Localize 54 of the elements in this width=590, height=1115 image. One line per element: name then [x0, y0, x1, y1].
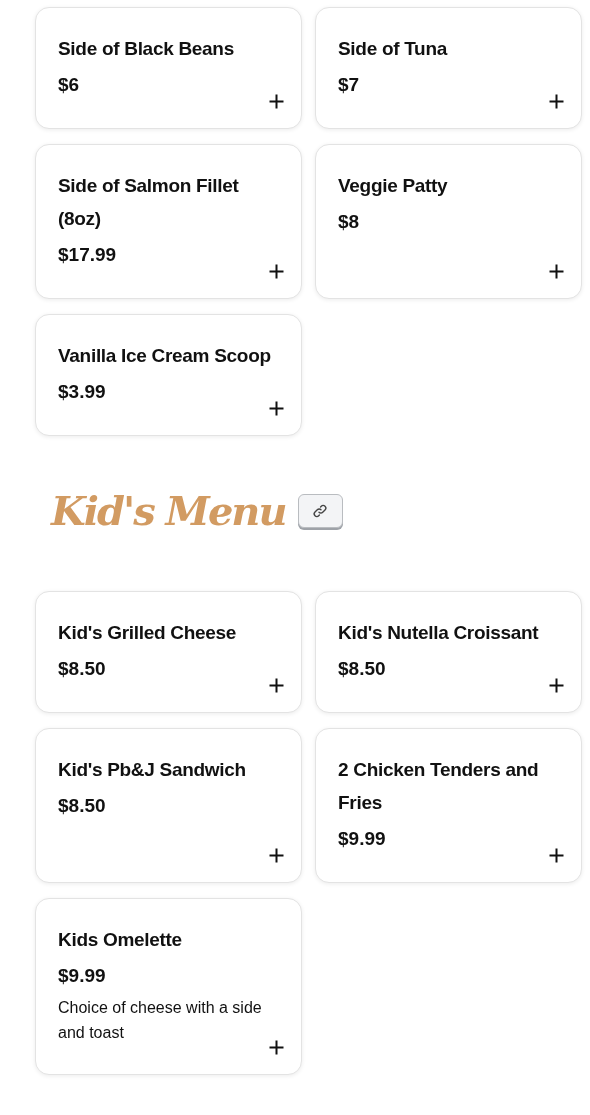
item-price: $3.99: [58, 380, 107, 404]
item-description: Choice of cheese with a side and toast: [58, 998, 263, 1043]
item-name: Kid's Nutella Croissant: [338, 621, 540, 645]
plus-icon: [548, 847, 565, 864]
item-price: $9.99: [338, 827, 387, 851]
plus-icon: [548, 677, 565, 694]
item-name: 2 Chicken Tenders and Fries: [338, 758, 540, 815]
menu-item-card[interactable]: Kid's Nutella Croissant $8.50: [315, 591, 582, 713]
menu-item-card[interactable]: Kids Omelette $9.99 Choice of cheese with a side and toast: [35, 898, 302, 1075]
menu-item-card[interactable]: Side of Black Beans $6: [35, 7, 302, 129]
plus-icon: [548, 263, 565, 280]
section-title: Kid's Menu: [51, 489, 286, 533]
item-price: $7: [338, 73, 361, 97]
item-name: Side of Black Beans: [58, 37, 235, 61]
item-price: $8.50: [58, 657, 107, 681]
item-price: $6: [58, 73, 81, 97]
item-price: $17.99: [58, 243, 118, 267]
plus-icon: [268, 1039, 285, 1056]
item-price: $8.50: [338, 657, 387, 681]
link-icon: [312, 503, 328, 519]
add-button[interactable]: [268, 1039, 285, 1056]
menu-item-card[interactable]: Kid's Grilled Cheese $8.50: [35, 591, 302, 713]
menu-item-card[interactable]: Side of Tuna $7: [315, 7, 582, 129]
item-name: Kid's Pb&J Sandwich: [58, 758, 247, 782]
item-name: Veggie Patty: [338, 174, 449, 198]
plus-icon: [268, 847, 285, 864]
add-button[interactable]: [268, 400, 285, 417]
menu-item-card[interactable]: Veggie Patty $8: [315, 144, 582, 299]
item-name: Kids Omelette: [58, 928, 183, 952]
add-button[interactable]: [268, 677, 285, 694]
item-price: $9.99: [58, 964, 107, 988]
plus-icon: [268, 677, 285, 694]
add-button[interactable]: [548, 847, 565, 864]
plus-icon: [268, 400, 285, 417]
menu-item-card[interactable]: 2 Chicken Tenders and Fries $9.99: [315, 728, 582, 883]
menu-item-card[interactable]: Vanilla Ice Cream Scoop $3.99: [35, 314, 302, 436]
menu-item-card[interactable]: Side of Salmon Fillet (8oz) $17.99: [35, 144, 302, 299]
plus-icon: [268, 93, 285, 110]
add-button[interactable]: [548, 93, 565, 110]
item-name: Kid's Grilled Cheese: [58, 621, 238, 645]
add-button[interactable]: [548, 263, 565, 280]
plus-icon: [268, 263, 285, 280]
item-price: $8.50: [58, 794, 107, 818]
copy-link-button[interactable]: [297, 494, 343, 528]
add-button[interactable]: [268, 93, 285, 110]
menu-item-card[interactable]: Kid's Pb&J Sandwich $8.50: [35, 728, 302, 883]
add-button[interactable]: [268, 847, 285, 864]
add-button[interactable]: [268, 263, 285, 280]
item-name: Side of Salmon Fillet (8oz): [58, 174, 240, 231]
item-name: Side of Tuna: [338, 37, 449, 61]
item-name: Vanilla Ice Cream Scoop: [58, 344, 272, 368]
plus-icon: [548, 93, 565, 110]
add-button[interactable]: [548, 677, 565, 694]
item-price: $8: [338, 210, 361, 234]
